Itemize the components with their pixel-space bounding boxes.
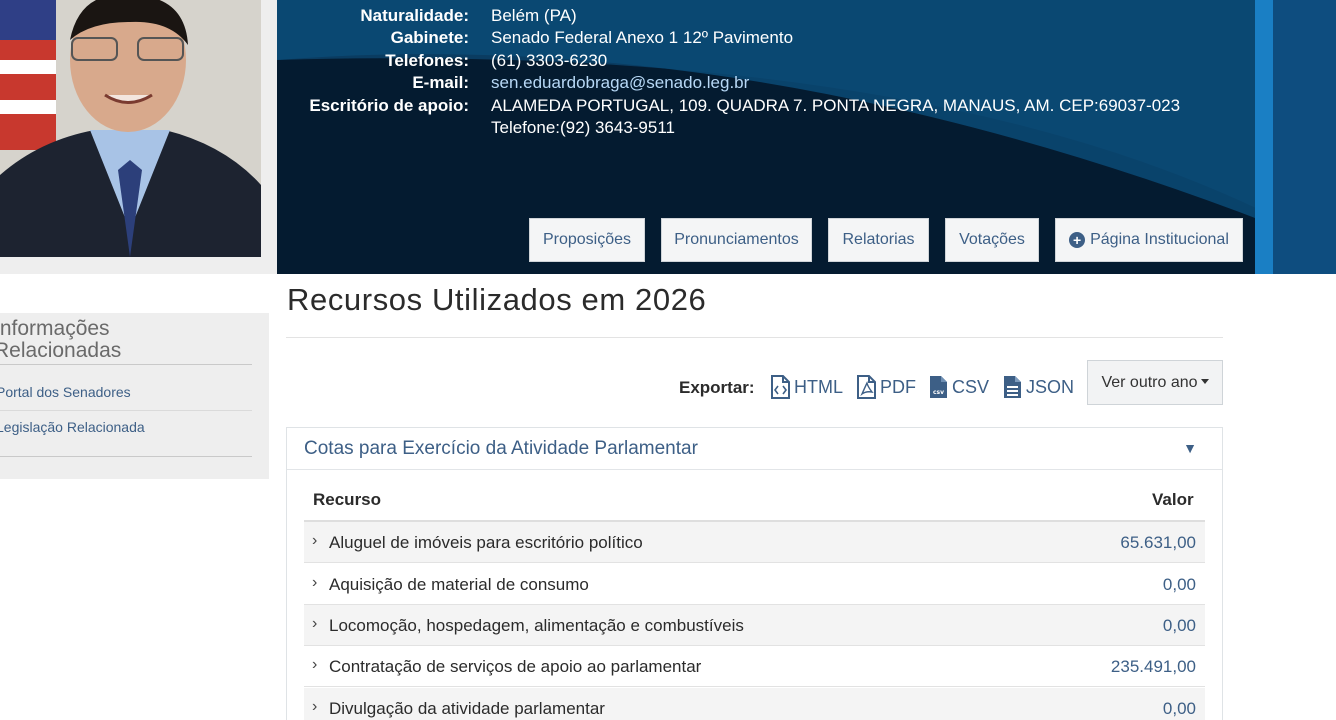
senator-portrait-illustration: [0, 0, 261, 257]
senator-banner: Naturalidade: Belém (PA) Gabinete: Senad…: [277, 0, 1336, 274]
row-label: Aluguel de imóveis para escritório polít…: [329, 533, 643, 552]
info-label: Gabinete:: [390, 28, 469, 47]
banner-edge: [1273, 0, 1336, 274]
info-row-email: E-mail: sen.eduardobraga@senado.leg.br: [277, 72, 749, 94]
table-row[interactable]: › Aluguel de imóveis para escritório pol…: [304, 522, 1205, 563]
info-row-telefones: Telefones: (61) 3303-6230: [277, 50, 607, 72]
export-pdf-link[interactable]: PDF: [857, 373, 916, 401]
chevron-right-icon: ›: [312, 656, 318, 673]
year-dropdown-label: Ver outro ano: [1101, 374, 1198, 391]
photo-frame-bottom: [0, 257, 277, 274]
column-header-valor: Valor: [1152, 490, 1194, 509]
sidebar-divider: [0, 456, 252, 457]
office-phone: Telefone:(92) 3643-9511: [491, 118, 675, 137]
row-label: Divulgação da atividade parlamentar: [329, 699, 605, 718]
title-divider: [286, 337, 1223, 338]
export-json-link[interactable]: JSON: [1003, 373, 1074, 401]
panel-header[interactable]: Cotas para Exercício da Atividade Parlam…: [287, 428, 1222, 470]
row-value: 0,00: [1162, 699, 1196, 718]
row-label: Aquisição de material de consumo: [329, 575, 589, 594]
plus-circle-icon: +: [1069, 232, 1086, 248]
info-value: (61) 3303-6230: [491, 51, 608, 70]
row-value: 235.491,00: [1110, 657, 1196, 676]
row-value: 0,00: [1162, 616, 1196, 635]
sidebar-title-line: Relacionadas: [0, 339, 122, 362]
row-value: 0,00: [1162, 575, 1196, 594]
sidebar-link-legislacao[interactable]: Legislação Relacionada: [0, 419, 145, 435]
info-row-office-phone: Telefone:(92) 3643-9511: [277, 117, 675, 139]
page-title: Recursos Utilizados em 2026: [287, 282, 707, 317]
related-info-sidebar: Informações Relacionadas Portal dos Sena…: [0, 313, 269, 479]
row-label: Locomoção, hospedagem, alimentação e com…: [329, 616, 744, 635]
sidebar-divider: [0, 410, 252, 411]
table-row[interactable]: › Aquisição de material de consumo 0,00: [304, 564, 1205, 605]
sidebar-title-line: Informações: [0, 317, 110, 340]
svg-text:csv: csv: [933, 389, 944, 396]
row-label: Contratação de serviços de apoio ao parl…: [329, 657, 702, 676]
nav-button-votacoes[interactable]: Votações: [945, 218, 1039, 262]
chevron-right-icon: ›: [312, 615, 318, 632]
banner-edge-stripe: [1255, 0, 1273, 274]
sidebar-divider: [0, 364, 252, 365]
info-label: Telefones:: [385, 51, 469, 70]
export-html-link[interactable]: HTML: [771, 373, 843, 401]
info-value: Belém (PA): [491, 6, 577, 25]
column-header-recurso: Recurso: [313, 490, 382, 509]
row-value: 65.631,00: [1120, 533, 1196, 552]
info-row-gabinete: Gabinete: Senado Federal Anexo 1 12º Pav…: [277, 27, 793, 49]
file-code-icon: [771, 375, 790, 399]
info-label-empty: [277, 117, 491, 139]
chevron-right-icon: ›: [312, 698, 318, 715]
file-text-icon: [1004, 376, 1021, 398]
senator-photo: [0, 0, 261, 257]
chevron-right-icon: ›: [312, 574, 318, 591]
export-format-label: HTML: [794, 376, 843, 397]
info-value: ALAMEDA PORTUGAL, 109. QUADRA 7. PONTA N…: [491, 96, 1181, 115]
panel-title: Cotas para Exercício da Atividade Parlam…: [304, 438, 698, 459]
info-row-escritorio: Escritório de apoio: ALAMEDA PORTUGAL, 1…: [277, 95, 1180, 117]
info-label: E-mail:: [412, 73, 469, 92]
nav-button-pagina-institucional[interactable]: + Página Institucional: [1055, 218, 1243, 262]
export-format-label: CSV: [952, 376, 990, 397]
info-label: Naturalidade:: [360, 6, 469, 25]
info-label: Escritório de apoio:: [309, 96, 469, 115]
nav-label: Página Institucional: [1090, 231, 1229, 248]
table-row[interactable]: › Divulgação da atividade parlamentar 0,…: [304, 688, 1205, 720]
info-value: Senado Federal Anexo 1 12º Pavimento: [491, 28, 794, 47]
photo-frame-right: [261, 0, 277, 274]
chevron-right-icon: ›: [312, 532, 318, 549]
table-row[interactable]: › Locomoção, hospedagem, alimentação e c…: [304, 605, 1205, 646]
triangle-down-icon[interactable]: ▼: [1183, 440, 1197, 456]
nav-button-relatorias[interactable]: Relatorias: [828, 218, 929, 262]
export-format-label: JSON: [1026, 376, 1075, 397]
sidebar-title: Informações Relacionadas: [0, 318, 249, 362]
export-format-label: PDF: [880, 376, 916, 397]
file-csv-icon: csv: [930, 376, 947, 398]
info-row-naturalidade: Naturalidade: Belém (PA): [277, 5, 577, 27]
email-link[interactable]: sen.eduardobraga@senado.leg.br: [491, 72, 749, 94]
other-year-dropdown[interactable]: Ver outro ano: [1087, 360, 1223, 405]
export-label: Exportar:: [679, 378, 755, 397]
nav-button-proposicoes[interactable]: Proposições: [529, 218, 645, 262]
nav-button-pronunciamentos[interactable]: Pronunciamentos: [661, 218, 812, 262]
file-pdf-icon: [857, 375, 876, 399]
sidebar-link-portal-senadores[interactable]: Portal dos Senadores: [0, 384, 131, 400]
table-row[interactable]: › Contratação de serviços de apoio ao pa…: [304, 646, 1205, 687]
export-csv-link[interactable]: csv CSV: [929, 373, 989, 401]
caret-down-icon: [1200, 379, 1209, 384]
